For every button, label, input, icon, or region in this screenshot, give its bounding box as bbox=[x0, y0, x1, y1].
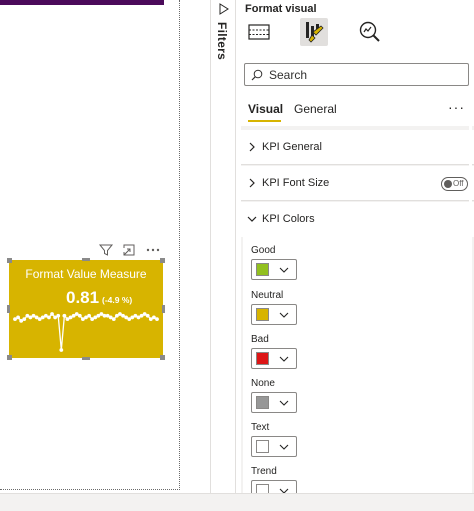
color-swatch bbox=[256, 263, 269, 276]
color-picker-neutral[interactable] bbox=[251, 304, 297, 325]
kpi-trend-sparkline bbox=[13, 312, 159, 352]
more-options-icon[interactable]: ··· bbox=[448, 99, 465, 115]
resize-handle-top[interactable] bbox=[82, 258, 90, 261]
trend-point bbox=[16, 315, 20, 320]
status-bar bbox=[0, 493, 474, 511]
card-kpi-general[interactable]: KPI General bbox=[241, 130, 474, 165]
chevron-down-icon bbox=[279, 356, 289, 362]
filter-icon[interactable] bbox=[98, 242, 114, 258]
active-tab-underline bbox=[248, 120, 281, 122]
color-picker-good[interactable] bbox=[251, 259, 297, 280]
chevron-down-icon bbox=[279, 267, 289, 273]
format-paintbrush-icon bbox=[306, 22, 324, 43]
color-swatch bbox=[256, 352, 269, 365]
resize-handle-bottom-left[interactable] bbox=[7, 355, 12, 360]
tab-general[interactable]: General bbox=[294, 102, 337, 116]
search-icon bbox=[251, 69, 263, 81]
resize-handle-top-left[interactable] bbox=[7, 258, 12, 263]
search-input[interactable]: Search bbox=[244, 63, 469, 86]
resize-handle-bottom-right[interactable] bbox=[160, 355, 165, 360]
color-label-bad: Bad bbox=[251, 334, 269, 345]
color-swatch bbox=[256, 308, 269, 321]
pane-title: Format visual bbox=[245, 3, 317, 15]
color-label-trend: Trend bbox=[251, 466, 277, 477]
resize-handle-top-right[interactable] bbox=[160, 258, 165, 263]
card-label: KPI General bbox=[262, 141, 322, 153]
resize-handle-bottom[interactable] bbox=[82, 357, 90, 360]
trend-point bbox=[155, 317, 159, 322]
kpi-visual[interactable]: Format Value Measure 0.81 (-4.9 %) bbox=[9, 260, 163, 358]
visual-header bbox=[96, 242, 166, 258]
search-placeholder: Search bbox=[269, 68, 308, 82]
trend-point bbox=[62, 313, 67, 318]
trend-point bbox=[77, 313, 82, 318]
tab-visual[interactable]: Visual bbox=[248, 102, 283, 116]
trend-point bbox=[56, 313, 61, 318]
color-label-text: Text bbox=[251, 422, 270, 433]
filters-label[interactable]: Filters bbox=[215, 22, 229, 60]
resize-handle-right[interactable] bbox=[162, 305, 165, 313]
tab-format-visual[interactable] bbox=[300, 18, 328, 46]
chevron-right-icon bbox=[249, 142, 255, 152]
toggle-state-label: Off bbox=[453, 179, 464, 188]
canvas-boundary-right bbox=[179, 0, 180, 490]
color-swatch bbox=[256, 440, 269, 453]
color-picker-text[interactable] bbox=[251, 436, 297, 457]
more-options-icon[interactable] bbox=[145, 242, 161, 258]
kpi-font-size-toggle[interactable]: Off bbox=[441, 177, 468, 191]
tab-build-visual[interactable] bbox=[245, 18, 273, 46]
power-bi-report-editor: Format Value Measure 0.81 (-4.9 %) Filte… bbox=[0, 0, 474, 511]
focus-mode-icon[interactable] bbox=[121, 242, 137, 258]
resize-handle-left[interactable] bbox=[7, 305, 10, 313]
color-label-none: None bbox=[251, 378, 275, 389]
trend-point bbox=[145, 313, 150, 318]
trend-point bbox=[22, 317, 27, 322]
kpi-colors-body: Good Neutral Bad None Text Trend bbox=[243, 233, 472, 501]
card-kpi-font-size[interactable]: KPI Font Size Off bbox=[241, 166, 474, 201]
chevron-down-icon bbox=[279, 444, 289, 450]
table-icon bbox=[248, 24, 270, 40]
chevron-down-icon bbox=[279, 312, 289, 318]
trend-point bbox=[111, 317, 116, 322]
trend-point bbox=[87, 313, 91, 318]
tab-analytics[interactable] bbox=[356, 18, 384, 46]
trend-point bbox=[50, 312, 54, 316]
color-picker-none[interactable] bbox=[251, 392, 297, 413]
canvas-boundary-bottom bbox=[0, 489, 180, 490]
chevron-down-icon bbox=[279, 400, 289, 406]
card-kpi-colors[interactable]: KPI Colors bbox=[241, 202, 474, 237]
card-label: KPI Font Size bbox=[262, 177, 330, 189]
card-label: KPI Colors bbox=[262, 213, 315, 225]
trend-line bbox=[14, 313, 158, 351]
color-swatch bbox=[256, 396, 269, 409]
trend-point bbox=[47, 315, 51, 320]
trend-point bbox=[59, 348, 64, 352]
chevron-down-icon bbox=[247, 216, 257, 222]
format-cards-container: KPI General KPI Font Size Off KPI Colors… bbox=[241, 126, 474, 501]
filters-pane-collapsed[interactable] bbox=[210, 0, 236, 493]
format-visual-pane: Format visual Search Visual General ··· … bbox=[237, 0, 474, 501]
expand-filters-icon[interactable] bbox=[217, 2, 231, 21]
toggle-knob bbox=[444, 180, 452, 188]
color-picker-bad[interactable] bbox=[251, 348, 297, 369]
pane-scrollbar[interactable] bbox=[469, 126, 472, 486]
chevron-right-icon bbox=[249, 178, 255, 188]
color-label-neutral: Neutral bbox=[251, 290, 284, 301]
report-canvas[interactable]: Format Value Measure 0.81 (-4.9 %) bbox=[0, 0, 182, 493]
color-label-good: Good bbox=[251, 245, 276, 256]
selected-page-tab-bar bbox=[0, 0, 164, 5]
analytics-icon bbox=[359, 21, 380, 42]
